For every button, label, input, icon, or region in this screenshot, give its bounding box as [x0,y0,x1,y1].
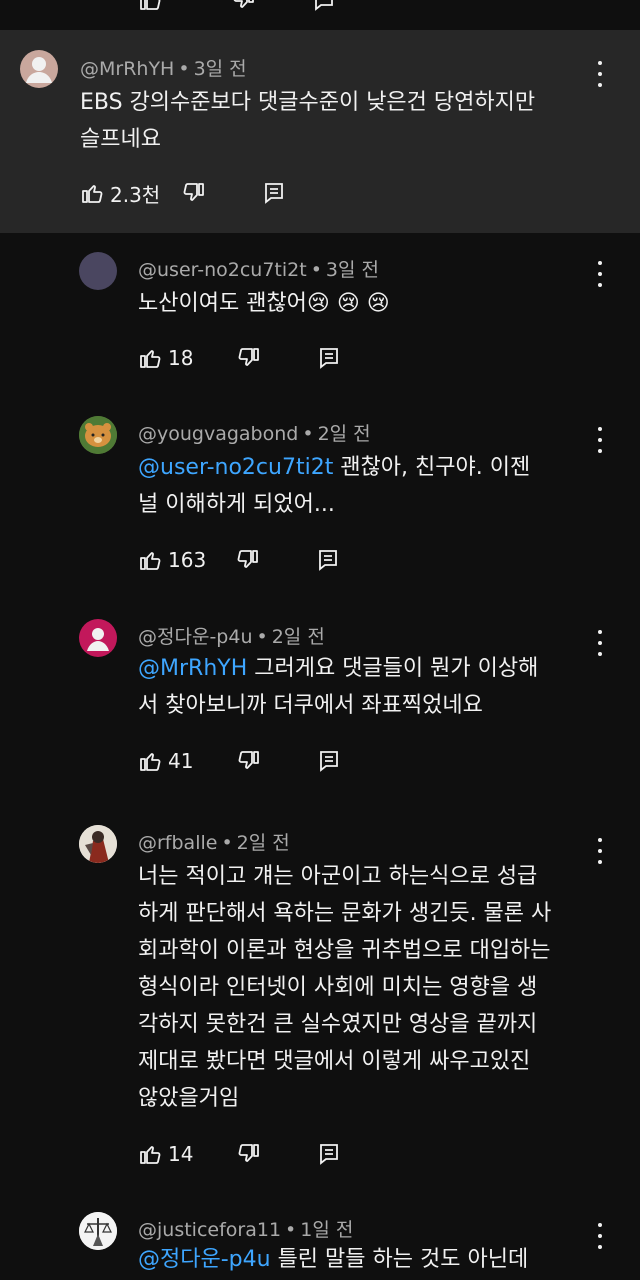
avatar[interactable] [20,50,58,88]
comment-text: @정다운-p4u 틀린 말들 하는 것도 아닌데 [138,1247,529,1272]
comment-meta: @MrRhYH • 3일 전 [80,58,247,80]
comment-actions: 2.3천 [80,178,286,208]
comment-actions: 14 [138,1139,341,1169]
comment-text: 노산이여도 괜찮어😢 😢 😢 [138,291,390,316]
bear-avatar-icon [79,416,117,454]
reply-icon [320,751,339,772]
like-button[interactable]: 41 [138,749,193,773]
author-handle[interactable]: @yougvagabond [138,423,298,445]
reply-comment: @정다운-p4u • 2일 전 @MrRhYH 그러게요 댓글들이 뭔가 이상해 서… [0,600,640,800]
like-button[interactable]: 2.3천 [80,179,160,208]
default-avatar-icon [87,628,109,651]
avatar[interactable] [79,416,117,454]
character-avatar-icon [79,825,117,863]
more-options-button[interactable] [595,61,605,87]
avatar[interactable] [79,825,117,863]
reply-button[interactable] [317,749,341,773]
avatar[interactable] [79,1212,117,1250]
thumbs-up-icon [140,753,161,771]
thumbs-down-icon [239,1144,260,1162]
reply-button[interactable] [317,346,341,370]
thumbs-up-icon [82,185,103,203]
mention-link[interactable]: @MrRhYH [138,656,247,681]
thumbs-up-icon [140,1146,161,1164]
dislike-button[interactable] [237,749,261,773]
like-button[interactable]: 163 [138,548,206,572]
author-handle[interactable]: @user-no2cu7ti2t [138,259,307,281]
thumbs-down-icon [237,550,259,568]
reply-icon [320,1144,339,1165]
author-handle[interactable]: @justicefora11 [138,1219,281,1241]
comment-time: 2일 전 [236,832,290,854]
thumbs-down-icon [239,348,260,366]
highlighted-comment: @MrRhYH • 3일 전 EBS 강의수준보다 댓글수준이 낮은건 당연하지만 … [0,30,640,233]
comment-time: 1일 전 [300,1219,354,1241]
mention-link[interactable]: @user-no2cu7ti2t [138,455,333,480]
comment-time: 3일 전 [193,58,247,80]
avatar[interactable] [79,252,117,290]
reply-icon [319,550,338,571]
reply-button[interactable] [316,548,340,572]
thumbs-up-icon[interactable] [138,0,162,16]
more-options-button[interactable] [595,838,605,864]
thumbs-up-icon [140,552,161,570]
comment-actions: 18 [138,343,341,373]
comment-text: @MrRhYH 그러게요 댓글들이 뭔가 이상해 서 찾아보니까 더쿠에서 좌표… [138,656,539,718]
more-options-button[interactable] [595,630,605,656]
avatar[interactable] [79,619,117,657]
dislike-button[interactable] [237,1142,261,1166]
more-options-button[interactable] [595,1223,605,1249]
reply-icon [320,348,339,369]
author-handle[interactable]: @rfballe [138,832,217,854]
dislike-button[interactable] [182,181,206,205]
thumbs-up-icon [140,350,161,368]
like-button[interactable]: 18 [138,346,193,370]
like-count: 14 [168,1142,194,1166]
like-button[interactable]: 14 [138,1142,193,1166]
author-handle[interactable]: @MrRhYH [80,58,174,80]
dislike-button[interactable] [236,548,260,572]
default-avatar-icon [26,57,52,83]
thumbs-down-icon [239,751,260,769]
comment-meta: @justicefora11 • 1일 전 [138,1219,354,1241]
reply-button[interactable] [262,181,286,205]
comment-meta: @rfballe • 2일 전 [138,832,290,854]
reply-comment: @user-no2cu7ti2t • 3일 전 노산이여도 괜찮어😢 😢 😢 18 [0,233,640,393]
comment-time: 3일 전 [325,259,379,281]
reply-button[interactable] [317,1142,341,1166]
comment-meta: @정다운-p4u • 2일 전 [138,626,325,648]
reply-icon [265,183,284,204]
thumbs-down-icon[interactable] [232,0,256,16]
like-count: 41 [168,749,194,773]
comment-meta: @yougvagabond • 2일 전 [138,423,371,445]
comment-text: @user-no2cu7ti2t 괜찮아, 친구야. 이젠 널 이해하게 되었어… [138,455,531,517]
comment-text: 너는 적이고 걔는 아군이고 하는식으로 성급 하게 판단해서 욕하는 문화가 … [138,864,552,1111]
thumbs-down-icon [183,183,205,201]
dislike-button[interactable] [237,346,261,370]
reply-comment: @justicefora11 • 1일 전 @정다운-p4u 틀린 말들 하는 것도… [0,1195,640,1280]
comment-actions: 41 [138,746,341,776]
comment-actions: 163 [138,545,340,575]
more-options-button[interactable] [595,261,605,287]
like-count: 18 [168,346,194,370]
reply-icon[interactable] [312,0,336,16]
like-count: 2.3천 [110,182,161,207]
more-options-button[interactable] [595,427,605,453]
mention-link[interactable]: @정다운-p4u [138,1247,271,1272]
previous-comment-fragment [0,0,640,30]
comment-meta: @user-no2cu7ti2t • 3일 전 [138,259,379,281]
like-count: 163 [168,548,207,572]
comment-text: EBS 강의수준보다 댓글수준이 낮은건 당연하지만 슬프네요 [80,90,536,152]
reply-comment: @yougvagabond • 2일 전 @user-no2cu7ti2t 괜찮아,… [0,397,640,597]
justice-statue-avatar-icon [79,1212,117,1250]
author-handle[interactable]: @정다운-p4u [138,626,253,648]
reply-comment: @rfballe • 2일 전 너는 적이고 걔는 아군이고 하는식으로 성급 하게… [0,808,640,1188]
comment-time: 2일 전 [271,626,325,648]
comment-time: 2일 전 [317,423,371,445]
